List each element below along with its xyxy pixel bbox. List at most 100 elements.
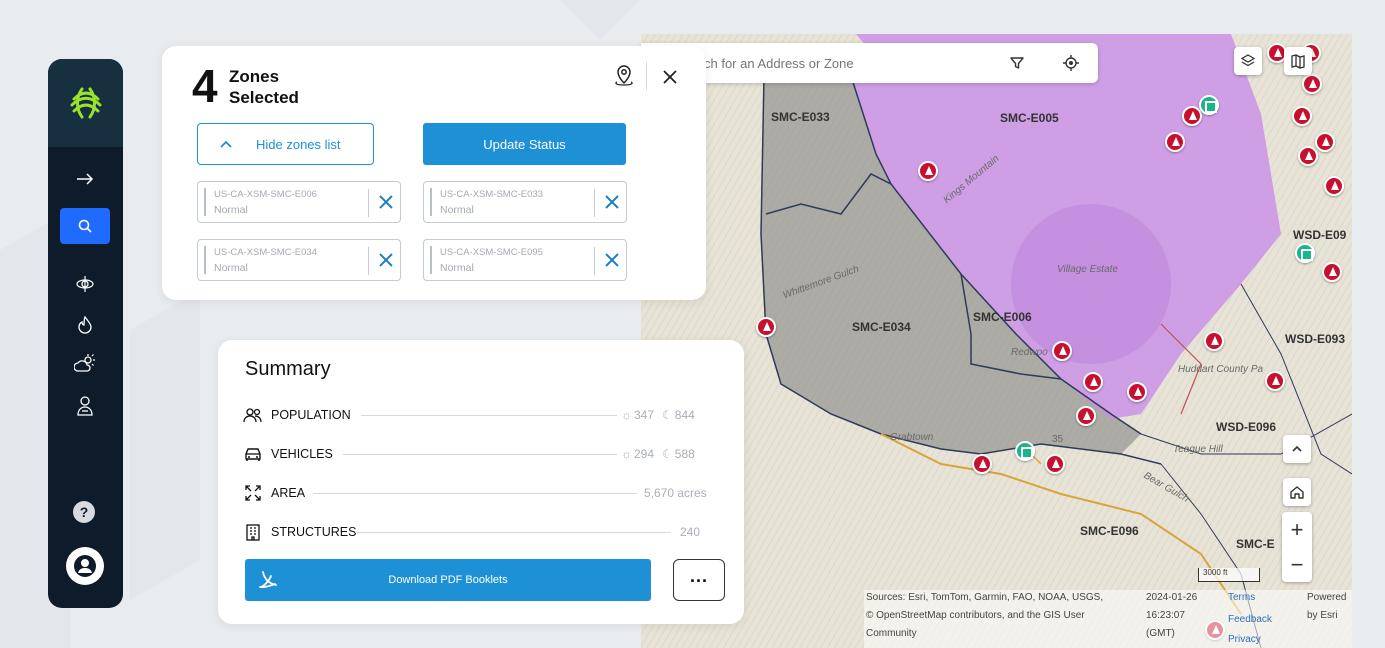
close-icon[interactable] [659,66,681,88]
alert-pin[interactable] [1076,406,1096,426]
basemap-icon[interactable] [1284,47,1312,75]
alert-pin[interactable] [1265,371,1285,391]
zone-chip: US-CA-XSM-SMC-E033 Normal [423,181,627,223]
remove-zone-icon[interactable] [601,249,623,271]
flame-icon [78,315,92,334]
day-value: ☼ 294 [621,447,654,461]
terms-link[interactable]: Terms [1228,590,1255,606]
help-button[interactable]: ? [73,501,95,523]
zoom-in-button[interactable]: + [1282,512,1312,547]
zone-chip-status: Normal [214,262,248,274]
chip-divider [594,189,595,217]
alert-pin[interactable] [1204,331,1224,351]
place-label: Teague Hill [1173,444,1223,455]
collapse-up-icon[interactable] [1283,435,1311,463]
summary-row-population: POPULATION ☼ 347 ☾ 844 [243,405,715,425]
logo-icon [70,87,101,119]
remove-zone-icon[interactable] [375,191,397,213]
summary-values: ☼ 347 ☾ 844 [621,408,695,422]
privacy-link[interactable]: Privacy [1228,632,1261,648]
attribution-osm: © OpenStreetMap contributors, and the GI… [866,610,1085,621]
summary-title: Summary [245,358,331,380]
zone-label: SMC-E [1236,537,1275,551]
structures-value: 240 [680,525,701,539]
alert-pin[interactable] [1302,74,1322,94]
sun-icon: ☼ [621,447,632,461]
zone-label: SMC-E033 [771,110,830,124]
app-logo [48,59,123,147]
facility-pin[interactable] [1295,243,1315,263]
summary-row-structures: STRUCTURES 240 [243,522,715,542]
zone-chip: US-CA-XSM-SMC-E095 Normal [423,239,627,281]
address-search-input[interactable] [704,55,1044,71]
nav-zones[interactable] [60,266,110,302]
zone-chip: US-CA-XSM-SMC-E034 Normal [197,239,401,281]
zone-label: SMC-E006 [973,310,1032,324]
car-icon [243,444,263,464]
chip-divider [594,247,595,275]
summary-divider-line [313,493,637,494]
filter-icon[interactable] [1007,53,1027,73]
user-avatar-button[interactable] [66,547,104,585]
place-label: Redwoo [1011,347,1048,358]
people-icon [77,396,93,416]
location-pin-icon[interactable] [612,64,636,88]
layers-icon[interactable] [1234,47,1262,75]
summary-divider-line [343,454,617,455]
alert-pin[interactable] [1045,454,1065,474]
alert-pin[interactable] [1322,262,1342,282]
pdf-icon [259,571,277,589]
place-label: Village Estate [1057,264,1118,275]
hide-zones-list-button[interactable]: Hide zones list [197,123,374,165]
facility-pin[interactable] [1015,441,1035,461]
alert-pin[interactable] [1165,132,1185,152]
map-view[interactable]: SMC-E033 SMC-E005 SMC-E034 SMC-E006 WSD-… [641,34,1352,648]
alert-pin[interactable] [972,454,992,474]
alert-pin[interactable] [1315,132,1335,152]
area-value: 5,670 acres [644,486,707,500]
home-icon[interactable] [1283,478,1311,506]
more-options-button[interactable]: ... [673,559,725,601]
map-search-bar [641,43,1098,83]
summary-panel: Summary POPULATION ☼ 347 ☾ 844 VEHICLES ☼ 29… [218,340,744,624]
alert-pin[interactable] [1292,106,1312,126]
facility-pin[interactable] [1199,95,1219,115]
alert-pin[interactable] [1083,372,1103,392]
zone-label: SMC-E096 [1080,524,1139,538]
zone-chip-id: US-CA-XSM-SMC-E033 [440,189,543,200]
zone-chip-id: US-CA-XSM-SMC-E034 [214,247,317,258]
alert-pin[interactable] [1324,176,1344,196]
zoom-out-button[interactable]: − [1282,547,1312,582]
nav-fire[interactable] [60,307,110,343]
population-night: 844 [674,408,695,422]
alert-pin[interactable] [1298,146,1318,166]
alert-pin[interactable] [918,161,938,181]
attribution-time: 16:23:07 [1146,610,1185,621]
zone-chip-status: Normal [440,262,474,274]
remove-zone-icon[interactable] [375,249,397,271]
alert-pin[interactable] [1052,341,1072,361]
summary-row-area: AREA 5,670 acres [243,483,715,503]
zone-chip-id: US-CA-XSM-SMC-E095 [440,247,543,258]
route-shield: 35 [1052,434,1064,445]
attribution-tz: (GMT) [1146,628,1175,639]
zone-chip-status: Normal [440,204,474,216]
nav-people[interactable] [60,388,110,424]
expand-sidebar-button[interactable] [60,161,110,197]
alert-pin[interactable] [756,317,776,337]
feedback-link[interactable]: Feedback [1228,612,1272,628]
chip-bar [204,188,206,216]
building-icon [243,522,263,542]
update-status-button[interactable]: Update Status [423,123,626,165]
alert-pin[interactable] [1127,382,1147,402]
user-icon [74,555,96,577]
zone-label: SMC-E034 [852,320,911,334]
nav-weather[interactable] [60,345,110,381]
locate-icon[interactable] [1061,53,1081,73]
remove-zone-icon[interactable] [601,191,623,213]
nav-search[interactable] [60,208,110,244]
population-day: 347 [634,408,655,422]
download-pdf-label: Download PDF Booklets [388,574,508,586]
zone-label: WSD-E096 [1216,420,1277,434]
download-pdf-button[interactable]: Download PDF Booklets [245,559,651,601]
